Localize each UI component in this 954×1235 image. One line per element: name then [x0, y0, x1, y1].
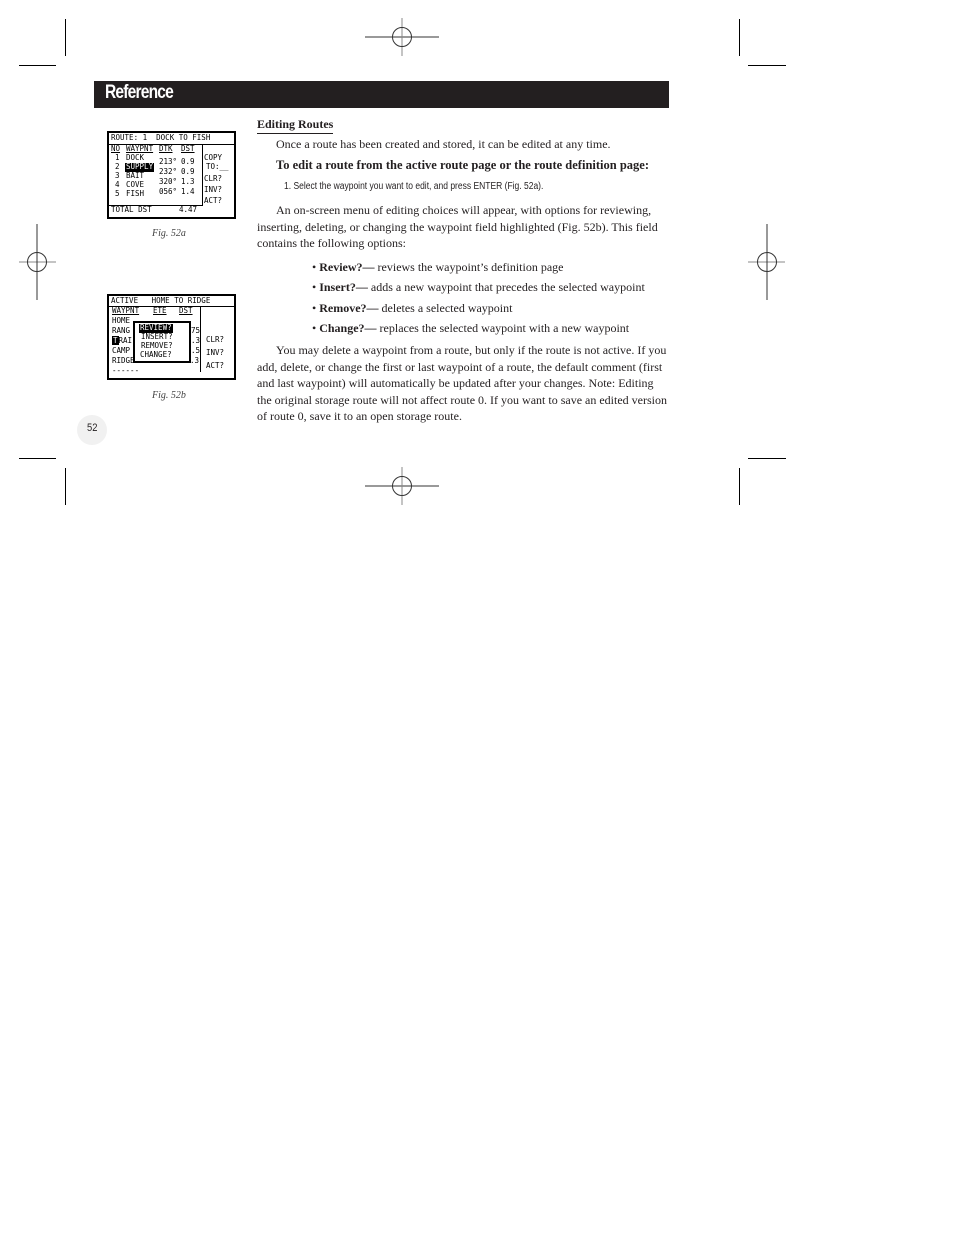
- instruction-heading: To edit a route from the active route pa…: [276, 158, 649, 172]
- active-route-row: RANG: [112, 326, 131, 335]
- route-row-waypoint: FISH: [126, 189, 145, 198]
- crop-mark: [19, 458, 56, 459]
- option-review: • Review?— reviews the waypoint’s defini…: [312, 260, 564, 274]
- crop-mark: [19, 65, 56, 66]
- route-leg-dtk: 232°: [159, 167, 178, 176]
- popup-item-change[interactable]: CHANGE?: [140, 350, 172, 360]
- side-menu-activate[interactable]: ACT?: [206, 361, 224, 371]
- route-leg-dst: 0.9: [181, 167, 195, 176]
- registration-mark: [748, 224, 785, 300]
- figure-52a-screen: ROUTE: 1 DOCK TO FISH NO WAYPNT DTK DST …: [107, 131, 236, 219]
- intro-paragraph: Once a route has been created and stored…: [276, 137, 611, 151]
- route-leg-dst: 1.4: [181, 187, 195, 196]
- route-leg-dtk: 320°: [159, 177, 178, 186]
- route-leg-dst: 1.3: [181, 177, 195, 186]
- total-distance-label: TOTAL DST: [111, 205, 152, 214]
- active-route-row: CAMP: [112, 346, 131, 355]
- section-header-bar: Reference: [94, 81, 669, 108]
- active-route-row: TRAI: [112, 336, 133, 345]
- route-leg-dtk: 056°: [159, 187, 178, 196]
- route-leg-dtk: 213°: [159, 157, 178, 166]
- col-header-dst: DST: [179, 306, 193, 315]
- total-distance-value: 4.47: [179, 205, 198, 214]
- crop-mark: [739, 19, 740, 56]
- crop-mark: [65, 468, 66, 505]
- leg-dst-partial: .5: [191, 346, 201, 355]
- side-menu-invert[interactable]: INV?: [206, 348, 224, 358]
- section-title: Editing Routes: [257, 117, 334, 134]
- crop-mark: [748, 458, 786, 459]
- crop-mark: [65, 19, 66, 56]
- page-number: 52: [87, 422, 98, 434]
- side-menu-clear[interactable]: CLR?: [206, 335, 224, 345]
- route-title: ROUTE: 1 DOCK TO FISH: [111, 133, 211, 142]
- active-route-title: ACTIVE HOME TO RIDGE: [111, 296, 211, 305]
- leg-dst-partial: 75: [191, 326, 201, 335]
- section-header-title: Reference: [105, 82, 174, 103]
- options-paragraph: An on-screen menu of editing choices wil…: [257, 203, 658, 250]
- option-remove: • Remove?— deletes a selected waypoint: [312, 300, 513, 315]
- registration-mark: [365, 18, 439, 56]
- option-change: • Change?— replaces the selected waypoin…: [312, 320, 630, 335]
- step-1: 1. Select the waypoint you want to edit,…: [284, 181, 544, 192]
- route-leg-dst: 0.9: [181, 157, 195, 166]
- crop-mark: [739, 468, 740, 505]
- registration-mark: [19, 224, 56, 300]
- side-menu-activate[interactable]: ACT?: [204, 196, 222, 206]
- side-menu-to[interactable]: TO:__: [206, 162, 229, 172]
- side-menu-clear[interactable]: CLR?: [204, 174, 222, 184]
- col-header-dtk: DTK: [159, 144, 173, 153]
- crop-mark: [748, 65, 786, 66]
- col-header-ete: ETE: [153, 306, 167, 315]
- col-header-waypoint: WAYPNT: [112, 306, 140, 315]
- route-row: 5: [115, 189, 120, 198]
- figure-52b-screen: ACTIVE HOME TO RIDGE WAYPNT ETE DST HOME…: [107, 294, 236, 380]
- leg-dst-partial: .3: [191, 336, 201, 345]
- options-list: • Review?— reviews the waypoint’s defini…: [312, 260, 645, 341]
- figure-52b-caption: Fig. 52b: [152, 390, 186, 401]
- figure-52a-caption: Fig. 52a: [152, 228, 186, 239]
- registration-mark: [365, 467, 439, 505]
- edit-popup-menu: REVIEW? INSERT? REMOVE? CHANGE?: [133, 321, 191, 363]
- active-route-row: ------: [112, 366, 140, 375]
- col-header-dst: DST: [181, 144, 195, 153]
- active-route-row: HOME: [112, 316, 131, 325]
- active-route-row: RIDGE: [112, 356, 135, 365]
- notes-paragraph: You may delete a waypoint from a route, …: [257, 343, 667, 423]
- side-menu-invert[interactable]: INV?: [204, 185, 222, 195]
- option-insert: • Insert?— adds a new waypoint that prec…: [312, 280, 645, 295]
